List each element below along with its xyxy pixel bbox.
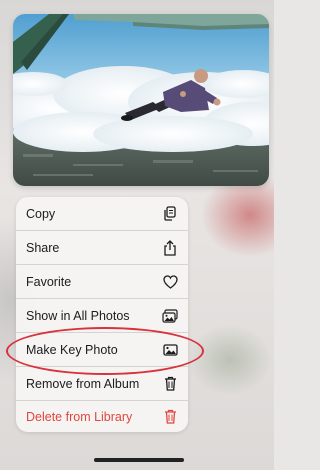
menu-item-label: Delete from Library (26, 409, 133, 424)
menu-item-make-key-photo[interactable]: Make Key Photo (16, 333, 188, 366)
context-menu: Copy Share Favorite Show in All Photos M… (16, 197, 188, 432)
menu-item-copy[interactable]: Copy (16, 197, 188, 230)
menu-item-delete-from-library[interactable]: Delete from Library (16, 401, 188, 432)
menu-item-share[interactable]: Share (16, 231, 188, 264)
image-icon (162, 342, 178, 358)
heart-icon (162, 274, 178, 290)
photos-icon (162, 308, 178, 324)
menu-item-label: Share (26, 240, 60, 255)
menu-item-favorite[interactable]: Favorite (16, 265, 188, 298)
menu-item-label: Make Key Photo (26, 342, 118, 357)
menu-item-remove-from-album[interactable]: Remove from Album (16, 367, 188, 400)
copy-icon (162, 206, 178, 222)
trash-icon (162, 409, 178, 425)
photo-image (13, 14, 269, 186)
trash-icon (162, 376, 178, 392)
share-icon (162, 239, 178, 256)
home-indicator[interactable] (94, 458, 184, 462)
screen-background: Copy Share Favorite Show in All Photos M… (0, 0, 274, 470)
menu-item-label: Remove from Album (26, 376, 140, 391)
menu-item-show-in-all-photos[interactable]: Show in All Photos (16, 299, 188, 332)
menu-item-label: Show in All Photos (26, 308, 130, 323)
menu-item-label: Copy (26, 206, 56, 221)
photo-preview[interactable] (13, 14, 269, 186)
menu-item-label: Favorite (26, 274, 72, 289)
